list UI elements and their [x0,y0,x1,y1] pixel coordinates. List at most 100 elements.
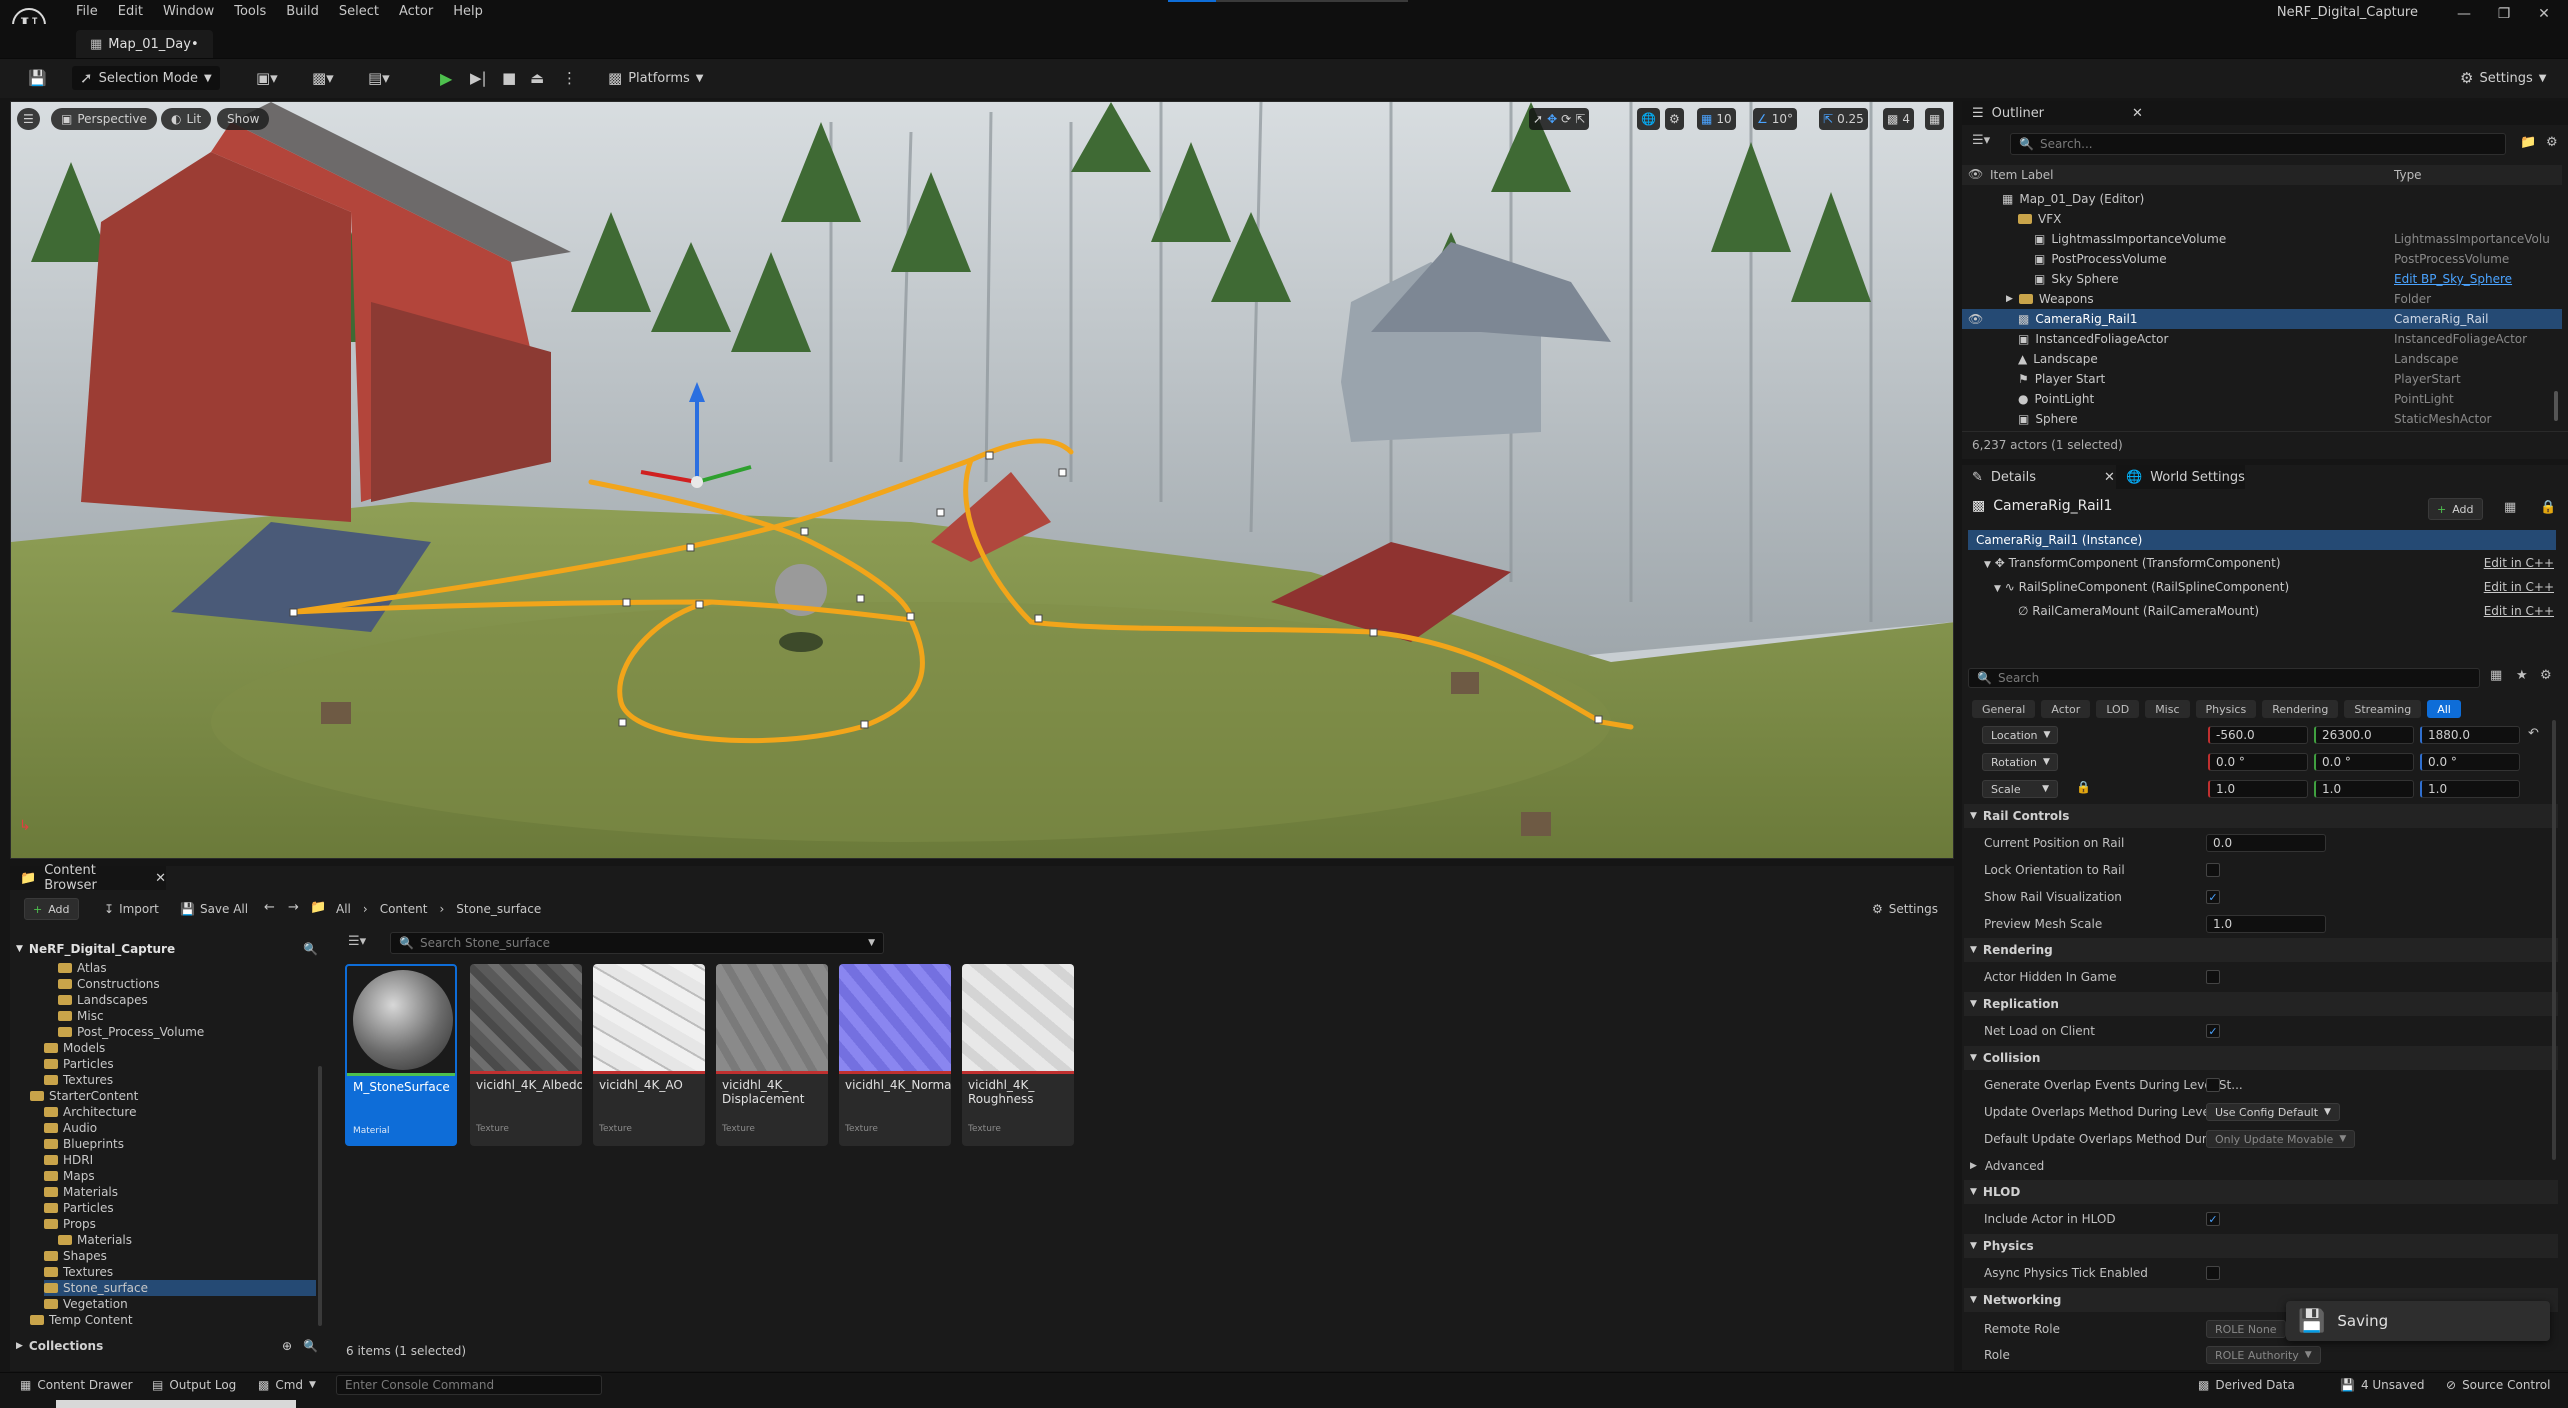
outliner-row[interactable]: ▶ Weapons Folder [1962,289,2562,309]
outliner-row[interactable]: ▲ Landscape Landscape [1962,349,2562,369]
scale-snap-button[interactable]: ⇱ 0.25 [1819,108,1868,130]
tree-folder-item[interactable]: Misc [58,1008,104,1024]
content-drawer-button[interactable]: ▦ Content Drawer [20,1378,133,1392]
tree-folder-item[interactable]: Models [44,1040,105,1056]
console-input[interactable]: Enter Console Command [336,1375,602,1395]
tree-folder-item[interactable]: Constructions [58,976,160,992]
output-log-button[interactable]: ▤ Output Log [152,1378,236,1392]
gen-overlap-checkbox[interactable] [2206,1078,2220,1092]
component-row[interactable]: ▼ ∿ RailSplineComponent (RailSplineCompo… [1994,580,2554,594]
content-browser-tab[interactable]: 📁 Content Browser ✕ [10,863,166,893]
tree-folder-item[interactable]: Audio [44,1120,97,1136]
filter-icon[interactable]: ☰▾ [1972,133,1990,148]
menu-file[interactable]: File [66,0,108,24]
blueprint-convert-icon[interactable]: ▦ [2504,500,2516,515]
world-settings-tab[interactable]: 🌐 World Settings [2116,465,2245,489]
asset-tile[interactable]: vicidhl_4K_ Displacement Texture [716,964,828,1146]
actor-hidden-checkbox[interactable] [2206,970,2220,984]
section-physics[interactable]: ▼ Physics [1964,1234,2558,1258]
tree-folder-item[interactable]: Blueprints [44,1136,124,1152]
stop-button[interactable]: ■ [494,66,524,90]
breadcrumb-content[interactable]: Content [380,902,428,916]
close-icon[interactable]: ✕ [155,871,166,886]
cinematics-button[interactable]: ▤▾ [360,66,398,90]
menu-build[interactable]: Build [276,0,329,24]
breadcrumb-all[interactable]: All [336,902,351,916]
scale-tool-icon[interactable]: ⇱ [1575,112,1585,126]
lit-button[interactable]: ◐ Lit [161,108,212,130]
async-physics-checkbox[interactable] [2206,1266,2220,1280]
scale-z-field[interactable]: 1.0 [2420,780,2520,798]
asset-tile[interactable]: vicidhl_4K_AO Texture [593,964,705,1146]
preview-scale-field[interactable]: 1.0 [2206,915,2326,933]
cb-save-all-button[interactable]: 💾 Save All [180,902,248,916]
level-viewport[interactable]: ☰ ▣ Perspective ◐ Lit Show ➚ ✥ ⟳ ⇱ 🌐 ⚙ ▦… [10,101,1954,859]
platforms-button[interactable]: ▩ Platforms ▼ [600,66,712,90]
outliner-row[interactable]: ▣ LightmassImportanceVolume LightmassImpor… [1962,229,2562,249]
component-row[interactable]: ∅ RailCameraMount (RailCameraMount) Edit… [2018,604,2554,618]
edit-in-cpp-link[interactable]: Edit in C++ [2484,604,2554,618]
search-icon[interactable]: 🔍 [303,1339,318,1353]
section-collision[interactable]: ▼ Collision [1964,1046,2558,1070]
asset-tile[interactable]: vicidhl_4K_Normal Texture [839,964,951,1146]
update-overlap-dropdown[interactable]: Use Config Default ▼ [2206,1103,2340,1121]
map-tab[interactable]: ▦ Map_01_Day• [76,30,213,58]
filter-streaming[interactable]: Streaming [2344,700,2422,718]
cb-search-input[interactable]: 🔍 Search Stone_surface ▼ [390,932,884,954]
tree-folder-item[interactable]: Textures [44,1264,113,1280]
tree-scrollbar[interactable] [318,1066,322,1326]
current-position-field[interactable]: 0.0 [2206,834,2326,852]
asset-tile[interactable]: vicidhl_4K_ Roughness Texture [962,964,1074,1146]
show-rail-checkbox[interactable]: ✓ [2206,890,2220,904]
outliner-row[interactable]: ▣ Sky Sphere Edit BP_Sky_Sphere [1962,269,2562,289]
rotation-snap-button[interactable]: ∠ 10° [1753,108,1798,130]
location-dropdown[interactable]: Location ▼ [1982,726,2058,744]
role-dropdown[interactable]: ROLE Authority ▼ [2206,1346,2321,1364]
details-search-input[interactable]: 🔍 Search [1968,668,2480,688]
play-button[interactable]: ▶ [432,66,460,90]
lock-icon[interactable]: 🔒 [2540,500,2556,515]
perspective-button[interactable]: ▣ Perspective [51,108,157,130]
cb-tree-root[interactable]: ▼ NeRF_Digital_Capture 🔍 [16,938,328,960]
add-actor-button[interactable]: ▣▾ [248,66,286,90]
derived-data-button[interactable]: ▩ Derived Data [2198,1378,2295,1392]
details-scrollbar[interactable] [2552,720,2556,1160]
filter-general[interactable]: General [1972,700,2036,718]
col-type[interactable]: Type [2394,168,2422,182]
scale-y-field[interactable]: 1.0 [2314,780,2414,798]
close-icon[interactable]: ✕ [2104,470,2115,485]
move-tool-icon[interactable]: ✥ [1547,112,1557,126]
menu-edit[interactable]: Edit [108,0,153,24]
tree-folder-item[interactable]: Vegetation [44,1296,128,1312]
details-tab[interactable]: ✎ Details ✕ [1962,465,2115,489]
section-rendering[interactable]: ▼ Rendering [1964,938,2558,962]
outliner-row[interactable]: ● PointLight PointLight [1962,389,2562,409]
tree-folder-item[interactable]: Particles [44,1200,114,1216]
edit-blueprint-link[interactable]: Edit BP_Sky_Sphere [2394,272,2512,286]
remote-role-dropdown[interactable]: ROLE None [2206,1320,2286,1338]
tree-folder-item[interactable]: HDRI [44,1152,93,1168]
section-hlod[interactable]: ▼ HLOD [1964,1180,2558,1204]
camera-speed-button[interactable]: ▩ 4 [1883,108,1914,130]
maximize-viewport-button[interactable]: ▦ [1925,108,1945,130]
filter-misc[interactable]: Misc [2145,700,2190,718]
include-hlod-checkbox[interactable]: ✓ [2206,1212,2220,1226]
tree-folder-item[interactable]: StarterContent [30,1088,138,1104]
source-control-button[interactable]: ⊘ Source Control [2446,1378,2550,1392]
outliner-row-selected[interactable]: 👁 ▩ CameraRig_Rail1 CameraRig_Rail [1962,309,2562,329]
surface-snap-button[interactable]: ⚙ [1665,108,1684,130]
location-z-field[interactable]: 1880.0 [2420,726,2520,744]
add-collection-icon[interactable]: ⊕ [282,1339,292,1353]
tree-folder-item[interactable]: Shapes [44,1248,107,1264]
filter-physics[interactable]: Physics [2195,700,2257,718]
eye-icon[interactable]: 👁 [1968,312,1983,326]
eye-icon[interactable]: 👁 [1968,167,1983,181]
tree-folder-item[interactable]: Materials [44,1184,118,1200]
cb-import-button[interactable]: ↧ Import [104,902,159,916]
menu-tools[interactable]: Tools [224,0,276,24]
section-replication[interactable]: ▼ Replication [1964,992,2558,1016]
cb-add-button[interactable]: + Add [24,898,79,920]
history-forward-icon[interactable]: → [288,900,299,915]
outliner-row[interactable]: ▦ Map_01_Day (Editor) [1962,189,2562,209]
component-instance-row[interactable]: CameraRig_Rail1 (Instance) [1968,530,2556,550]
